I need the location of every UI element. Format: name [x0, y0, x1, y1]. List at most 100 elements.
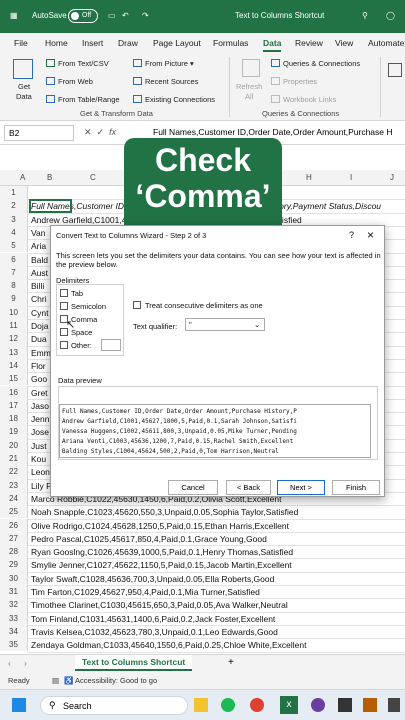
autosave-toggle[interactable]: Off: [68, 9, 98, 23]
next-sheet-icon[interactable]: ›: [24, 658, 27, 668]
cell-text[interactable]: Kou: [31, 454, 46, 464]
column-header[interactable]: I: [350, 173, 352, 182]
refresh-all-button[interactable]: Refresh: [236, 82, 262, 91]
excel-taskbar-icon[interactable]: x: [280, 696, 298, 714]
search-icon[interactable]: ⚲: [362, 11, 368, 20]
row-header[interactable]: 3: [0, 212, 28, 226]
queries-connections-button[interactable]: Queries & Connections: [271, 59, 360, 68]
row-header[interactable]: 33: [0, 611, 28, 625]
app-icon[interactable]: [363, 698, 377, 712]
cell-text[interactable]: Ryan Gooslng,C1026,45639,1000,5,Paid,0.1…: [31, 547, 293, 557]
prev-sheet-icon[interactable]: ‹: [8, 658, 11, 668]
row-header[interactable]: 6: [0, 252, 28, 266]
accessibility-status[interactable]: ♿ Accessibility: Good to go: [64, 676, 157, 685]
save-icon[interactable]: ▭: [108, 11, 116, 20]
spotify-icon[interactable]: [221, 698, 235, 712]
qualifier-select[interactable]: " ⌄: [185, 318, 265, 331]
row-header[interactable]: 17: [0, 398, 28, 413]
cell-text[interactable]: Tom Finland,C1031,45631,1400,6,Paid,0.2,…: [31, 614, 275, 624]
row-header[interactable]: 5: [0, 239, 28, 253]
column-header[interactable]: J: [390, 173, 394, 182]
row-header[interactable]: 9: [0, 292, 28, 306]
tab-draw[interactable]: Draw: [118, 38, 138, 48]
row-header[interactable]: 26: [0, 518, 28, 532]
cell-text[interactable]: Cynt: [31, 308, 48, 318]
cell-text[interactable]: Jaso: [31, 401, 49, 411]
close-icon[interactable]: ×: [367, 228, 374, 242]
other-input[interactable]: [101, 339, 121, 351]
cell-text[interactable]: Doja: [31, 321, 48, 331]
cell-text[interactable]: Jenn: [31, 414, 49, 424]
account-icon[interactable]: ◯: [386, 11, 395, 20]
from-picture-button[interactable]: From Picture ▾: [133, 59, 194, 68]
app-icon[interactable]: [338, 698, 352, 712]
tab-page-layout[interactable]: Page Layout: [153, 38, 201, 48]
column-header[interactable]: B: [47, 173, 52, 182]
row-header[interactable]: 20: [0, 438, 28, 452]
row-header[interactable]: 13: [0, 345, 28, 359]
cell-text[interactable]: Bald: [31, 255, 48, 265]
cell-text[interactable]: Billi: [31, 281, 44, 291]
add-sheet-button[interactable]: +: [228, 657, 234, 668]
cell-text[interactable]: Jose: [31, 427, 49, 437]
formula-icons[interactable]: ✕ ✓ fx: [84, 127, 116, 138]
redo-icon[interactable]: ↷: [142, 11, 149, 20]
cancel-button[interactable]: Cancel: [168, 480, 218, 495]
data-preview[interactable]: Full Names,Customer ID,Order Date,Order …: [59, 404, 371, 458]
semicolon-checkbox[interactable]: [60, 302, 68, 310]
row-header[interactable]: 32: [0, 598, 28, 612]
recent-sources-button[interactable]: Recent Sources: [133, 77, 198, 86]
tab-home[interactable]: Home: [45, 38, 68, 48]
cell-text[interactable]: Emm: [31, 348, 51, 358]
row-header[interactable]: 19: [0, 425, 28, 439]
undo-icon[interactable]: ↶: [122, 11, 129, 20]
cell-text[interactable]: Aria: [31, 241, 46, 251]
name-box[interactable]: B2: [4, 125, 74, 141]
from-table-button[interactable]: From Table/Range: [46, 95, 120, 104]
tab-data[interactable]: Data: [263, 38, 282, 52]
column-header[interactable]: H: [306, 173, 312, 182]
app-icon[interactable]: [311, 698, 325, 712]
row-header[interactable]: 2: [0, 199, 28, 213]
column-header[interactable]: A: [20, 173, 25, 182]
row-header[interactable]: 12: [0, 332, 28, 346]
column-header[interactable]: C: [90, 173, 96, 182]
next-button[interactable]: Next >: [277, 480, 325, 495]
row-header[interactable]: 27: [0, 531, 28, 546]
properties-button[interactable]: Properties: [271, 77, 317, 86]
tab-file[interactable]: File: [14, 38, 28, 48]
row-header[interactable]: 8: [0, 279, 28, 293]
cell-text[interactable]: Just: [31, 441, 47, 451]
help-icon[interactable]: ?: [349, 230, 354, 240]
cell-text[interactable]: Travis Kelsea,C1032,45623,780,3,Unpaid,0…: [31, 627, 278, 637]
tab-insert[interactable]: Insert: [82, 38, 103, 48]
from-text-button[interactable]: From Text/CSV: [46, 59, 109, 68]
existing-connections-button[interactable]: Existing Connections: [133, 95, 215, 104]
tab-checkbox[interactable]: [60, 289, 68, 297]
formula-input[interactable]: Full Names,Customer ID,Order Date,Order …: [153, 127, 393, 137]
row-header[interactable]: 4: [0, 225, 28, 240]
row-header[interactable]: 11: [0, 319, 28, 333]
row-header[interactable]: 14: [0, 358, 28, 373]
tab-review[interactable]: Review: [295, 38, 323, 48]
from-web-button[interactable]: From Web: [46, 77, 93, 86]
row-header[interactable]: 1: [0, 186, 28, 200]
cell-text[interactable]: Dua: [31, 334, 47, 344]
cell-text[interactable]: Flor: [31, 361, 46, 371]
workbook-links-button[interactable]: Workbook Links: [271, 95, 336, 104]
windows-start-icon[interactable]: [12, 698, 26, 712]
cell-text[interactable]: Smylie Jenner,C1027,45622,1150,5,Paid,0.…: [31, 560, 292, 570]
cell-text[interactable]: Zendaya Goldman,C1033,45640,1550,6,Paid,…: [31, 640, 307, 650]
cell-text[interactable]: Goo: [31, 374, 47, 384]
row-header[interactable]: 34: [0, 624, 28, 639]
get-data-button[interactable]: Get: [18, 82, 30, 91]
row-header[interactable]: 24: [0, 491, 28, 506]
row-header[interactable]: 25: [0, 505, 28, 519]
row-header[interactable]: 29: [0, 558, 28, 572]
row-header[interactable]: 18: [0, 412, 28, 426]
taskbar-search[interactable]: ⚲ Search: [40, 696, 188, 715]
cell-text[interactable]: Tim Farton,C1029,45627,950,4,Paid,0.1,Mi…: [31, 587, 260, 597]
workbook-stats-icon[interactable]: ▤: [52, 676, 59, 685]
cell-text[interactable]: Timothee Clarinet,C1030,45615,650,3,Paid…: [31, 600, 288, 610]
row-header[interactable]: 30: [0, 571, 28, 585]
